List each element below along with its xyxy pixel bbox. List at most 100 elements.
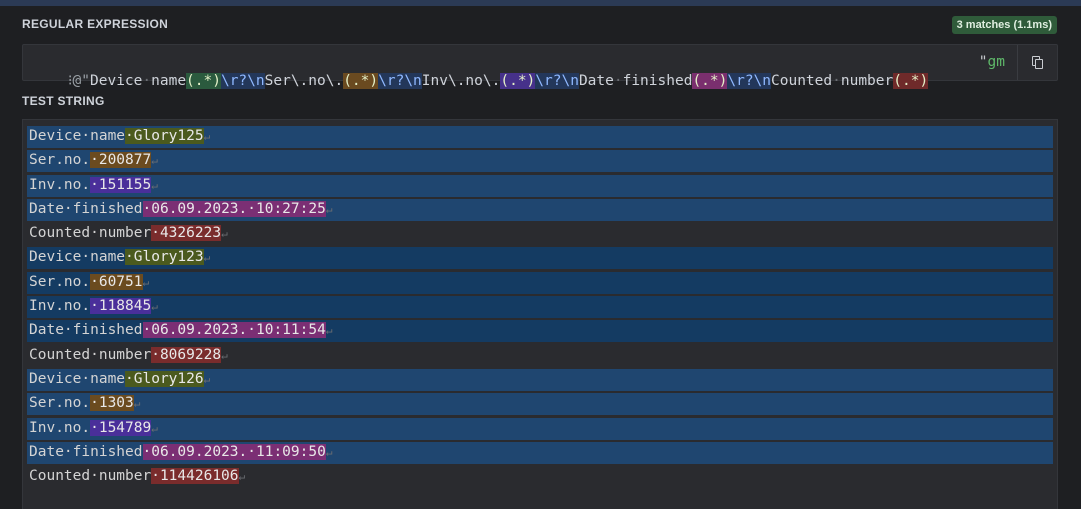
test-string-line: Inv.no.·118845↵ [27,295,1057,319]
regex-tokens: Device·name(.*)\r?\nSer\.no\.(.*)\r?\nIn… [90,73,929,89]
regex-token: Date [578,73,614,89]
line-label: Device·name [29,370,126,387]
test-string-line: Device·name·Glory126↵ [27,368,1057,392]
captured-group-value: ·06.09.2023.·10:11:54 [142,322,326,339]
line-text: Counted·number·8069228↵ [29,346,228,363]
regex-delimiter-open: @" [72,73,90,89]
test-string-editor[interactable]: Device·name·Glory125↵ Ser.no.·200877↵ Inv.… [22,119,1058,509]
regex-delimiter-close: " [978,54,988,70]
regex-token-sp: · [613,73,623,89]
copy-regex-button[interactable] [1017,45,1057,80]
newline-icon: ↵ [221,348,228,362]
newline-icon: ↵ [238,470,246,484]
line-text: Inv.no.·151155↵ [29,176,158,193]
test-string-line: Date·finished·06.09.2023.·11:09:50↵ [27,441,1057,465]
line-text: Date·finished·06.09.2023.·10:27:25↵ [29,200,333,217]
regex-token: Inv\.no\. [421,73,501,89]
newline-icon: ↵ [203,372,211,386]
line-text: Ser.no.·1303↵ [29,395,141,412]
match-highlight [27,296,1053,319]
test-string-line: Counted·number·4326223↵ [27,222,1057,246]
regex-token-esc: \r?\n [727,73,772,89]
line-text: Date·finished·06.09.2023.·11:09:50↵ [29,443,332,460]
line-label: Counted·number [29,346,152,363]
test-string-line: Ser.no.·200877↵ [27,149,1057,173]
regex-token: Counted [771,73,833,89]
newline-icon: ↵ [203,130,211,143]
regex-input[interactable]: ⁝@"Device·name(.*)\r?\nSer\.no\.(.*)\r?\… [22,44,1058,89]
line-text: Device·name·Glory125↵ [29,128,210,144]
line-text: Device·name·Glory126↵ [29,370,211,387]
line-text: Ser.no.·60751↵ [29,273,150,290]
regex-token: name [151,73,187,89]
line-text: Counted·number·4326223↵ [29,225,228,242]
test-string-line: Inv.no.·154789↵ [27,417,1057,441]
test-string-lines: Device·name·Glory125↵ Ser.no.·200877↵ Inv.… [27,125,1057,489]
line-label: Counted·number [29,225,152,242]
newline-icon: ↵ [151,178,158,192]
newline-icon: ↵ [203,251,211,265]
test-string-line: Counted·number·114426106↵ [27,465,1057,489]
line-label: Date·finished [29,322,143,339]
test-string-line: Ser.no.·60751↵ [27,271,1057,295]
newline-icon: ↵ [151,300,158,314]
test-string-line: Date·finished·06.09.2023.·10:27:25↵ [27,198,1057,222]
captured-group-value: ·1303 [90,395,134,412]
test-string-line: Ser.no.·1303↵ [27,392,1057,416]
regex-section-title: REGULAR EXPRESSION [22,17,169,31]
captured-group-value: ·118845 [90,298,152,315]
copy-icon [1031,55,1045,70]
newline-icon: ↵ [221,227,228,241]
captured-group-value: ·60751 [90,273,143,290]
line-text: Inv.no.·154789↵ [29,419,158,436]
line-label: Inv.no. [29,298,91,315]
regex-token: Ser\.no\. [264,73,344,89]
captured-group-value: ·8069228 [151,346,222,363]
line-label: Date·finished [29,200,143,217]
line-label: Ser.no. [29,152,91,169]
line-text: Ser.no.·200877↵ [29,152,158,169]
captured-group-value: ·06.09.2023.·10:27:25 [142,200,326,217]
match-highlight [27,271,1053,294]
regex-token-g1: (.*) [186,73,221,89]
captured-group-value: ·114426106 [151,468,239,485]
line-label: Ser.no. [29,395,91,412]
newline-icon: ↵ [133,397,141,411]
regex-token-g3: (.*) [500,73,536,89]
regex-flags-area[interactable]: "gm [979,54,1005,70]
match-highlight [27,150,1053,173]
newline-icon: ↵ [325,324,333,338]
match-highlight [27,174,1053,197]
test-string-section-title: TEST STRING [22,94,105,108]
line-label: Counted·number [29,468,152,485]
captured-group-value: ·Glory126 [125,370,204,387]
regex-flags[interactable]: gm [988,54,1005,70]
captured-group-value: ·Glory123 [125,249,204,266]
line-text: Date·finished·06.09.2023.·10:11:54↵ [29,322,333,339]
regex-text[interactable]: ⁝@"Device·name(.*)\r?\nSer\.no\.(.*)\r?\… [33,54,929,108]
newline-icon: ↵ [151,154,158,168]
match-highlight [27,417,1053,440]
regex-token-g5: (.*) [893,73,929,89]
captured-group-value: ·4326223 [151,225,222,242]
line-text: Inv.no.·118845↵ [29,298,158,315]
captured-group-value: ·Glory125 [125,128,204,144]
regex-token: number [840,73,894,89]
test-string-line: Device·name·Glory123↵ [27,246,1057,270]
regex-token-g4: (.*) [692,73,728,89]
newline-icon: ↵ [325,202,333,216]
test-string-line: Date·finished·06.09.2023.·10:11:54↵ [27,319,1057,343]
match-count-badge: 3 matches (1.1ms) [951,16,1057,34]
regex-token-g2: (.*) [343,73,379,89]
captured-group-value: ·06.09.2023.·11:09:50 [142,443,326,460]
newline-icon: ↵ [142,275,150,289]
captured-group-value: ·154789 [90,419,152,436]
regex-token: finished [622,73,693,89]
regex-token-sp: · [832,73,841,89]
line-label: Ser.no. [29,273,91,290]
regex-token-esc: \r?\n [378,73,422,89]
newline-icon: ↵ [151,421,158,435]
regex-token-esc: \r?\n [220,73,265,89]
test-string-line: Counted·number·8069228↵ [27,344,1057,368]
top-accent-bar [0,0,1081,6]
